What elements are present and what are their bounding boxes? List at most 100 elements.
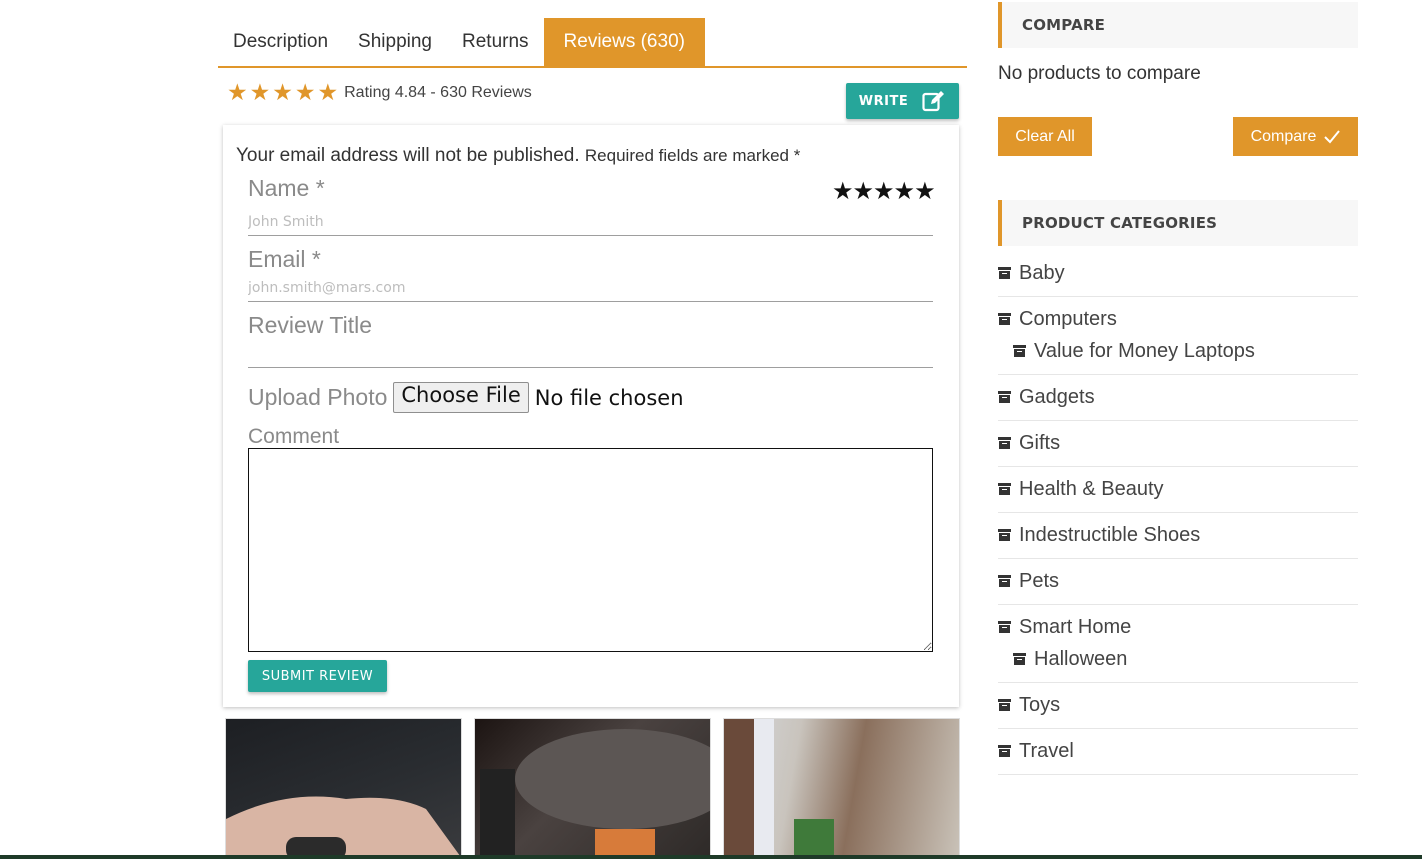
review-title-field[interactable] xyxy=(248,340,933,368)
review-photo[interactable] xyxy=(723,718,960,859)
category-label: Indestructible Shoes xyxy=(1019,524,1201,546)
name-field[interactable] xyxy=(248,208,933,236)
photo-content xyxy=(226,796,461,858)
name-label: Name * xyxy=(248,175,325,201)
review-title-label: Review Title xyxy=(248,312,372,338)
category-link[interactable]: Health & Beauty xyxy=(998,475,1358,503)
tab-shipping[interactable]: Shipping xyxy=(343,18,447,66)
category-link[interactable]: Smart Home xyxy=(998,613,1358,641)
archive-icon xyxy=(998,267,1011,279)
review-photo[interactable] xyxy=(474,718,711,859)
star-icon: ★ xyxy=(317,80,339,106)
compare-button[interactable]: Compare xyxy=(1233,117,1358,156)
write-review-button[interactable]: WRITE xyxy=(846,83,959,119)
compare-empty-text: No products to compare xyxy=(998,63,1201,84)
compare-button-label: Compare xyxy=(1250,127,1317,145)
comment-label: Comment xyxy=(248,425,340,448)
compare-heading: COMPARE xyxy=(998,2,1358,48)
upload-photo-label: Upload Photo xyxy=(248,384,388,410)
star-icon: ★ xyxy=(272,80,293,106)
category-label: Gifts xyxy=(1019,432,1061,454)
email-field[interactable] xyxy=(248,274,933,302)
star-rating-input[interactable]: ★★★★★ xyxy=(832,177,936,205)
archive-icon xyxy=(998,575,1011,587)
submit-review-button[interactable]: SUBMIT REVIEW xyxy=(248,660,387,692)
subcategory-link[interactable]: Value for Money Laptops xyxy=(998,337,1358,365)
category-link[interactable]: Gifts xyxy=(998,429,1358,457)
archive-icon xyxy=(998,529,1011,541)
comment-textarea[interactable] xyxy=(248,448,933,652)
star-icon[interactable]: ★ xyxy=(853,177,874,205)
privacy-notice: Your email address will not be published… xyxy=(236,145,800,167)
star-icon[interactable]: ★ xyxy=(894,177,915,205)
tab-reviews[interactable]: Reviews (630) xyxy=(543,18,705,66)
category-item: Indestructible Shoes xyxy=(998,513,1358,559)
star-icon[interactable]: ★ xyxy=(873,177,894,205)
category-link[interactable]: Travel xyxy=(998,737,1358,765)
star-icon: ★ xyxy=(249,80,271,106)
review-form: Your email address will not be published… xyxy=(223,125,959,707)
write-button-label: WRITE xyxy=(858,93,909,109)
notice-text: Your email address will not be published… xyxy=(236,145,580,166)
category-link[interactable]: Toys xyxy=(998,691,1358,719)
tab-returns[interactable]: Returns xyxy=(447,18,544,66)
category-item: Baby xyxy=(998,251,1358,297)
subcategory-link[interactable]: Halloween xyxy=(998,645,1358,673)
category-item: Pets xyxy=(998,559,1358,605)
archive-icon xyxy=(998,621,1011,633)
category-label: Travel xyxy=(1019,740,1074,762)
archive-icon xyxy=(1013,345,1026,357)
required-note: Required fields are marked * xyxy=(584,146,801,165)
category-label: Toys xyxy=(1019,694,1061,716)
archive-icon xyxy=(998,391,1011,403)
subcategory-label: Value for Money Laptops xyxy=(1034,340,1255,362)
category-list: Baby Computers Value for Money Laptops G… xyxy=(998,251,1358,775)
category-label: Smart Home xyxy=(1019,616,1132,638)
email-label: Email * xyxy=(248,246,321,272)
category-link[interactable]: Pets xyxy=(998,567,1358,595)
category-link[interactable]: Indestructible Shoes xyxy=(998,521,1358,549)
category-link[interactable]: Gadgets xyxy=(998,383,1358,411)
category-label: Gadgets xyxy=(1019,386,1095,408)
edit-icon xyxy=(922,91,945,112)
subcategory-label: Halloween xyxy=(1034,648,1128,670)
star-icon: ★ xyxy=(294,80,316,106)
category-label: Health & Beauty xyxy=(1019,478,1164,500)
category-label: Pets xyxy=(1019,570,1060,592)
rating-summary: ★ ★ ★ ★ ★ Rating 4.84 - 630 Reviews xyxy=(227,80,532,106)
category-item: Gadgets xyxy=(998,375,1358,421)
photo-content xyxy=(480,729,710,858)
category-link[interactable]: Computers xyxy=(998,305,1358,333)
upload-photo-row: Upload Photo Choose File No file chosen xyxy=(248,382,684,413)
archive-icon xyxy=(1013,653,1026,665)
category-item: Travel xyxy=(998,729,1358,775)
footer-edge xyxy=(0,855,1422,859)
choose-file-button[interactable]: Choose File xyxy=(393,382,529,413)
product-page: Description Shipping Returns Reviews (63… xyxy=(0,0,1422,859)
star-icon: ★ xyxy=(227,80,248,106)
category-label: Baby xyxy=(1019,262,1065,284)
archive-icon xyxy=(998,699,1011,711)
category-item: Toys xyxy=(998,683,1358,729)
category-item: Computers Value for Money Laptops xyxy=(998,297,1358,375)
archive-icon xyxy=(998,745,1011,757)
check-icon xyxy=(1324,129,1341,143)
category-item: Smart Home Halloween xyxy=(998,605,1358,683)
file-status: No file chosen xyxy=(534,385,684,410)
archive-icon xyxy=(998,483,1011,495)
review-photo[interactable] xyxy=(225,718,462,859)
rating-text: Rating 4.84 - 630 Reviews xyxy=(344,84,532,101)
clear-all-button[interactable]: Clear All xyxy=(998,117,1092,156)
archive-icon xyxy=(998,313,1011,325)
archive-icon xyxy=(998,437,1011,449)
category-item: Gifts xyxy=(998,421,1358,467)
categories-heading: PRODUCT CATEGORIES xyxy=(998,200,1358,246)
photo-content xyxy=(724,719,834,858)
category-link[interactable]: Baby xyxy=(998,259,1358,287)
product-tabs: Description Shipping Returns Reviews (63… xyxy=(218,18,967,68)
category-item: Health & Beauty xyxy=(998,467,1358,513)
tab-description[interactable]: Description xyxy=(218,18,343,66)
star-icon[interactable]: ★ xyxy=(832,177,853,205)
star-icon[interactable]: ★ xyxy=(914,177,935,205)
category-label: Computers xyxy=(1019,308,1117,330)
